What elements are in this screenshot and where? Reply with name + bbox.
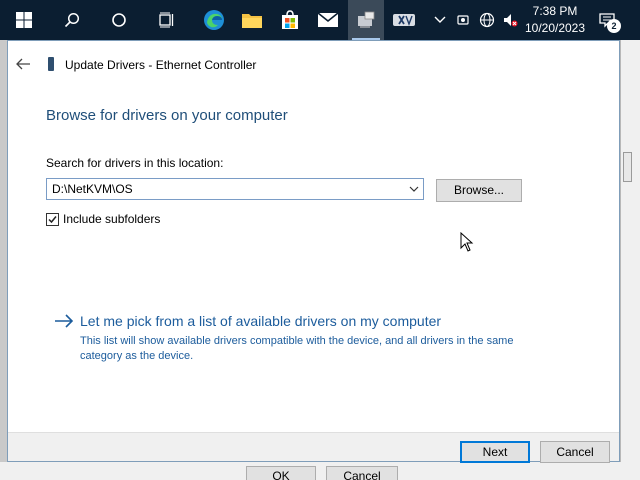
- pick-from-list-link[interactable]: Let me pick from a list of available dri…: [54, 313, 441, 329]
- store-icon: [282, 10, 298, 29]
- device-manager-icon: [358, 11, 375, 28]
- clock-time: 7:38 PM: [532, 4, 578, 18]
- volume-muted-icon: [504, 14, 518, 27]
- tray-device-button[interactable]: [451, 0, 475, 40]
- background-ok-button[interactable]: OK: [246, 466, 316, 480]
- search-location-label: Search for drivers in this location:: [46, 156, 224, 170]
- include-subfolders-checkbox[interactable]: [46, 212, 59, 226]
- taskbar-edge[interactable]: [196, 0, 232, 40]
- chevron-down-icon[interactable]: [408, 183, 420, 195]
- driver-path-combobox[interactable]: D:\NetKVM\OS: [46, 178, 424, 200]
- background-cancel-button[interactable]: Cancel: [326, 466, 398, 480]
- taskbar-app[interactable]: [386, 0, 422, 40]
- pick-from-list-description: This list will show available drivers co…: [80, 335, 514, 362]
- update-drivers-dialog: Update Drivers - Ethernet Controller Bro…: [7, 40, 620, 463]
- taskbar-clock[interactable]: 7:38 PM 10/20/2023: [520, 3, 590, 37]
- include-subfolders-label: Include subfolders: [63, 212, 161, 226]
- taskbar-mail[interactable]: [310, 0, 346, 40]
- mouse-cursor-icon: [460, 232, 474, 252]
- cancel-button[interactable]: Cancel: [540, 441, 610, 463]
- search-button[interactable]: [54, 0, 90, 40]
- ethernet-device-icon: [48, 57, 54, 71]
- back-arrow-icon[interactable]: [15, 56, 31, 72]
- globe-icon: [479, 12, 495, 28]
- windows-logo-icon: [16, 12, 32, 28]
- pick-from-list-label[interactable]: Let me pick from a list of available dri…: [80, 313, 441, 329]
- background-window-bottom: [0, 462, 640, 480]
- mail-icon: [317, 12, 339, 27]
- background-scrollbar[interactable]: [623, 152, 632, 182]
- chevron-up-icon: [434, 16, 446, 23]
- browse-button[interactable]: Browse...: [436, 179, 522, 202]
- search-icon: [64, 12, 80, 28]
- show-hidden-icons-button[interactable]: [428, 0, 452, 40]
- clock-date: 10/20/2023: [524, 21, 586, 35]
- driver-path-value[interactable]: D:\NetKVM\OS: [52, 182, 133, 196]
- taskbar-file-explorer[interactable]: [234, 0, 270, 40]
- next-button[interactable]: Next: [460, 441, 530, 463]
- app-window-icon: [393, 14, 415, 26]
- cortana-button[interactable]: [101, 0, 137, 40]
- taskbar-store[interactable]: [272, 0, 308, 40]
- task-view-icon: [159, 12, 174, 28]
- taskbar-device-manager[interactable]: [348, 0, 384, 40]
- folder-icon: [242, 14, 262, 28]
- notification-count-badge: 2: [607, 19, 621, 33]
- arrow-right-icon: [55, 314, 74, 328]
- task-view-button[interactable]: [149, 0, 185, 40]
- network-button[interactable]: [475, 0, 499, 40]
- edge-icon: [204, 10, 224, 30]
- page-heading: Browse for drivers on your computer: [46, 107, 288, 124]
- include-subfolders-option[interactable]: Include subfolders: [46, 211, 160, 227]
- start-button[interactable]: [6, 0, 42, 40]
- device-tray-icon: [457, 15, 469, 25]
- dialog-title: Update Drivers - Ethernet Controller: [65, 58, 257, 72]
- background-window-edge: [620, 40, 640, 480]
- cortana-icon: [112, 13, 126, 27]
- checkmark-icon: [48, 215, 57, 223]
- taskbar: 7:38 PM 10/20/2023 2: [0, 0, 640, 40]
- volume-button[interactable]: [498, 0, 522, 40]
